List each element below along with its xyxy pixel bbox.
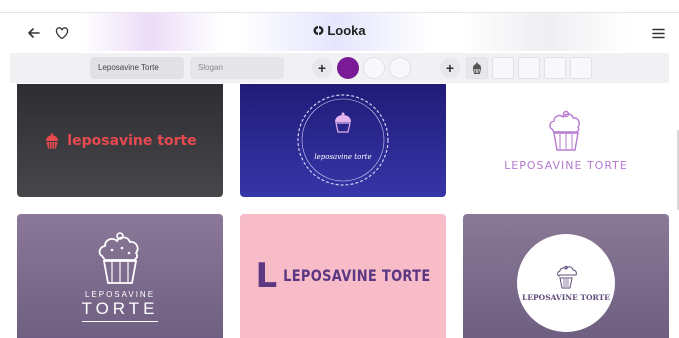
- looka-logo-icon: [313, 24, 324, 39]
- logo-text: LEPOSAVINE TORTE: [504, 159, 628, 172]
- add-symbol-button[interactable]: +: [440, 58, 460, 78]
- hamburger-menu-icon[interactable]: [648, 23, 668, 43]
- top-navigation-bar: Looka: [0, 12, 679, 52]
- company-name-input[interactable]: Leposavine Torte: [90, 57, 184, 79]
- color-swatch-empty[interactable]: [389, 57, 411, 79]
- logo-text: LEPOSAVINE TORTE: [522, 292, 610, 302]
- slogan-input[interactable]: Slogan: [190, 57, 284, 79]
- cupcake-icon: [472, 62, 482, 74]
- logo-text-line1: LEPOSAVINE: [84, 290, 156, 299]
- cupcake-icon: [98, 232, 139, 284]
- logo-text: leposavine torte: [67, 132, 197, 149]
- logo-card[interactable]: LEPOSAVINE TORTE: [463, 214, 669, 338]
- wavy-circle-badge: [297, 94, 389, 186]
- symbol-slot-empty[interactable]: [570, 57, 592, 79]
- logo-text: leposavine torte: [314, 152, 372, 161]
- brand-name: Looka: [327, 23, 366, 38]
- white-circle-badge: LEPOSAVINE TORTE: [517, 234, 615, 332]
- logo-text-line2: TORTE: [81, 299, 159, 318]
- add-color-button[interactable]: +: [312, 58, 332, 78]
- logo-card[interactable]: LEPOSAVINE TORTE: [17, 214, 223, 338]
- color-swatch-empty[interactable]: [363, 57, 385, 79]
- logo-composition: LEPOSAVINE TORTE: [504, 109, 628, 172]
- logo-editor-toolbar: Leposavine Torte Slogan + +: [10, 53, 669, 83]
- symbol-slot-empty[interactable]: [544, 57, 566, 79]
- logo-card[interactable]: LEPOSAVINE TORTE: [463, 84, 669, 197]
- symbol-slot-empty[interactable]: [492, 57, 514, 79]
- logo-card[interactable]: L LEPOSAVINE TORTE: [240, 214, 446, 338]
- cupcake-icon: [46, 132, 59, 148]
- symbol-slot-empty[interactable]: [518, 57, 540, 79]
- logo-monogram: L: [255, 256, 278, 296]
- cupcake-icon: [557, 265, 577, 288]
- underline-divider: [82, 321, 158, 322]
- brand-logo[interactable]: Looka: [0, 23, 679, 39]
- logo-composition: LEPOSAVINE TORTE: [82, 230, 159, 322]
- logo-card[interactable]: leposavine torte: [17, 84, 223, 197]
- cupcake-icon: [549, 110, 580, 151]
- logo-text: LEPOSAVINE TORTE: [283, 266, 431, 286]
- logo-card[interactable]: leposavine torte: [240, 84, 446, 197]
- color-swatch-selected[interactable]: [337, 57, 359, 79]
- symbol-slot-cupcake[interactable]: [466, 57, 488, 79]
